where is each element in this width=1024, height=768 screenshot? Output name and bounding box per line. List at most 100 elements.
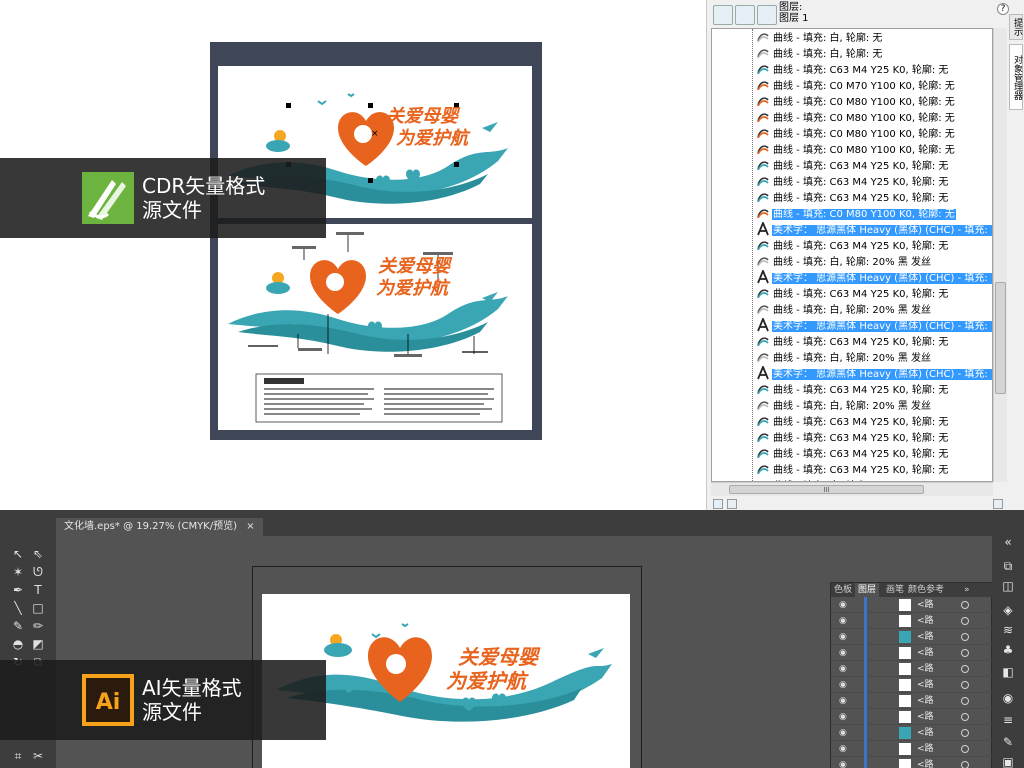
target-circle-icon[interactable] bbox=[961, 681, 969, 689]
visibility-eye-icon[interactable]: ◉ bbox=[839, 728, 849, 738]
edit-across-layers-icon[interactable] bbox=[735, 5, 755, 25]
object-row[interactable]: 曲线 - 填充: C63 M4 Y25 K0, 轮廓: 无 bbox=[756, 383, 992, 399]
target-circle-icon[interactable] bbox=[961, 697, 969, 705]
ai-layer-row[interactable]: ◉ <路 bbox=[831, 709, 993, 725]
target-circle-icon[interactable] bbox=[961, 665, 969, 673]
transform-panel-icon[interactable]: ⧉ bbox=[1000, 558, 1016, 574]
object-row[interactable]: 美术字： 思源黑体 Heavy (黑体) (CHC) - 填充: 白 bbox=[756, 316, 992, 335]
tab-swatches[interactable]: 色板 bbox=[831, 583, 855, 597]
object-row[interactable]: 曲线 - 填充: 白, 轮廓: 无 bbox=[756, 47, 992, 63]
object-row[interactable]: 曲线 - 填充: C0 M80 Y100 K0, 轮廓: 无 bbox=[756, 143, 992, 159]
ai-layer-row[interactable]: ◉ <路 bbox=[831, 661, 993, 677]
panel-menu-icon[interactable]: » bbox=[961, 583, 973, 597]
ai-layer-row[interactable]: ◉ <路 bbox=[831, 693, 993, 709]
visibility-eye-icon[interactable]: ◉ bbox=[839, 632, 849, 642]
visibility-eye-icon[interactable]: ◉ bbox=[839, 712, 849, 722]
object-tree-hscroll[interactable]: III bbox=[711, 482, 993, 496]
stroke-panel-icon[interactable]: ≡ bbox=[1000, 712, 1016, 728]
object-row[interactable]: 曲线 - 填充: C63 M4 Y25 K0, 轮廓: 无 bbox=[756, 175, 992, 191]
visibility-eye-icon[interactable]: ◉ bbox=[839, 696, 849, 706]
target-circle-icon[interactable] bbox=[961, 729, 969, 737]
object-row[interactable]: 曲线 - 填充: 白, 轮廓: 20% 黑 发丝 bbox=[756, 399, 992, 415]
direct-selection-tool-icon[interactable]: ⇖ bbox=[30, 546, 46, 562]
object-row[interactable]: 曲线 - 填充: C0 M80 Y100 K0, 轮廓: 无 bbox=[756, 127, 992, 143]
ai-layer-row[interactable]: ◉ <路 bbox=[831, 645, 993, 661]
ai-layer-row[interactable]: ◉ <路 bbox=[831, 741, 993, 757]
object-row[interactable]: 曲线 - 填充: C63 M4 Y25 K0, 轮廓: 无 bbox=[756, 431, 992, 447]
target-circle-icon[interactable] bbox=[961, 649, 969, 657]
graphic-styles-icon[interactable]: ▣ bbox=[1000, 754, 1016, 768]
object-row[interactable]: 曲线 - 填充: C63 M4 Y25 K0, 轮廓: 无 bbox=[756, 287, 992, 303]
cdr-page-bottom[interactable]: 关爱母婴 为爱护航 bbox=[218, 224, 532, 430]
layer-options-icon[interactable] bbox=[757, 5, 777, 25]
layer-manager-view-icon[interactable] bbox=[713, 5, 733, 25]
target-circle-icon[interactable] bbox=[961, 617, 969, 625]
object-row[interactable]: 曲线 - 填充: C0 M80 Y100 K0, 轮廓: 无 bbox=[756, 111, 992, 127]
visibility-eye-icon[interactable]: ◉ bbox=[839, 664, 849, 674]
ai-layer-row[interactable]: ◉ <路 bbox=[831, 629, 993, 645]
new-layer-icon[interactable] bbox=[713, 499, 723, 509]
lasso-tool-icon[interactable]: ᘎ bbox=[30, 564, 46, 580]
object-tree-vscroll[interactable] bbox=[993, 28, 1007, 482]
slice-tool-icon[interactable]: ✂ bbox=[30, 748, 46, 764]
target-circle-icon[interactable] bbox=[961, 713, 969, 721]
object-row[interactable]: 曲线 - 填充: C63 M4 Y25 K0, 轮廓: 无 bbox=[756, 415, 992, 431]
line-tool-icon[interactable]: ╲ bbox=[10, 600, 26, 616]
visibility-eye-icon[interactable]: ◉ bbox=[839, 680, 849, 690]
visibility-eye-icon[interactable]: ◉ bbox=[839, 648, 849, 658]
tab-layers[interactable]: 图层 bbox=[855, 583, 880, 597]
ai-layer-row[interactable]: ◉ <路 bbox=[831, 597, 993, 613]
close-tab-icon[interactable]: × bbox=[246, 521, 254, 532]
ai-document-tab[interactable]: 文化墙.eps* @ 19.27% (CMYK/预览) × bbox=[56, 518, 263, 536]
object-row[interactable]: 美术字： 思源黑体 Heavy (黑体) (CHC) - 填充: 白 bbox=[756, 268, 992, 287]
ai-layer-row[interactable]: ◉ <路 bbox=[831, 757, 993, 768]
brushes-panel-icon[interactable]: ✎ bbox=[1000, 734, 1016, 750]
gradient-panel-icon[interactable]: ◧ bbox=[1000, 664, 1016, 680]
object-row[interactable]: 曲线 - 填充: C63 M4 Y25 K0, 轮廓: 无 bbox=[756, 447, 992, 463]
object-row[interactable]: 曲线 - 填充: C63 M4 Y25 K0, 轮廓: 无 bbox=[756, 239, 992, 255]
tab-hints[interactable]: 提示 bbox=[1009, 14, 1023, 40]
pen-tool-icon[interactable]: ✒ bbox=[10, 582, 26, 598]
ai-layer-row[interactable]: ◉ <路 bbox=[831, 677, 993, 693]
align-panel-icon[interactable]: ◫ bbox=[1000, 578, 1016, 594]
object-row[interactable]: 曲线 - 填充: 白, 轮廓: 无 bbox=[756, 31, 992, 47]
paintbrush-tool-icon[interactable]: ✎ bbox=[10, 618, 26, 634]
object-row[interactable]: 曲线 - 填充: C63 M4 Y25 K0, 轮廓: 无 bbox=[756, 63, 992, 79]
collapse-panels-icon[interactable]: « bbox=[1000, 534, 1016, 550]
pencil-tool-icon[interactable]: ✏ bbox=[30, 618, 46, 634]
object-row[interactable]: 曲线 - 填充: 白, 轮廓: 20% 黑 发丝 bbox=[756, 255, 992, 271]
object-tree[interactable]: 曲线 - 填充: 白, 轮廓: 无曲线 - 填充: 白, 轮廓: 无曲线 - 填… bbox=[711, 28, 993, 482]
eraser-tool-icon[interactable]: ◩ bbox=[30, 636, 46, 652]
object-row[interactable]: 曲线 - 填充: 白, 轮廓: 20% 黑 发丝 bbox=[756, 351, 992, 367]
object-row[interactable]: 曲线 - 填充: C63 M4 Y25 K0, 轮廓: 无 bbox=[756, 159, 992, 175]
rectangle-tool-icon[interactable]: □ bbox=[30, 600, 46, 616]
object-row[interactable]: 曲线 - 填充: C0 M80 Y100 K0, 轮廓: 无 bbox=[756, 95, 992, 111]
target-circle-icon[interactable] bbox=[961, 745, 969, 753]
object-row[interactable]: 曲线 - 填充: C63 M4 Y25 K0, 轮廓: 无 bbox=[756, 335, 992, 351]
ai-layer-row[interactable]: ◉ <路 bbox=[831, 725, 993, 741]
layers-panel-icon[interactable]: ≋ bbox=[1000, 622, 1016, 638]
type-tool-icon[interactable]: T bbox=[30, 582, 46, 598]
object-row[interactable]: 曲线 - 填充: C0 M80 Y100 K0, 轮廓: 无 bbox=[756, 207, 992, 223]
new-master-layer-icon[interactable] bbox=[727, 499, 737, 509]
symbols-panel-icon[interactable]: ♣ bbox=[1000, 642, 1016, 658]
object-row[interactable]: 曲线 - 填充: C0 M70 Y100 K0, 轮廓: 无 bbox=[756, 79, 992, 95]
tab-brushes[interactable]: 画笔 bbox=[883, 583, 907, 597]
tab-object-manager[interactable]: 对象管理器 bbox=[1009, 44, 1023, 110]
appearance-panel-icon[interactable]: ◈ bbox=[1000, 602, 1016, 618]
blob-brush-tool-icon[interactable]: ◓ bbox=[10, 636, 26, 652]
artboard-tool-icon[interactable]: ⌗ bbox=[10, 748, 26, 764]
object-row[interactable]: 美术字： 思源黑体 Heavy (黑体) (CHC) - 填充: 白 bbox=[756, 364, 992, 383]
vscroll-thumb[interactable] bbox=[995, 282, 1006, 394]
visibility-eye-icon[interactable]: ◉ bbox=[839, 616, 849, 626]
target-circle-icon[interactable] bbox=[961, 633, 969, 641]
visibility-eye-icon[interactable]: ◉ bbox=[839, 744, 849, 754]
object-row[interactable]: 曲线 - 填充: C63 M4 Y25 K0, 轮廓: 无 bbox=[756, 463, 992, 479]
visibility-eye-icon[interactable]: ◉ bbox=[839, 600, 849, 610]
visibility-eye-icon[interactable]: ◉ bbox=[839, 760, 849, 768]
delete-icon[interactable] bbox=[993, 499, 1003, 509]
magic-wand-tool-icon[interactable]: ✶ bbox=[10, 564, 26, 580]
object-row[interactable]: 曲线 - 填充: C63 M4 Y25 K0, 轮廓: 无 bbox=[756, 191, 992, 207]
ai-layer-row[interactable]: ◉ <路 bbox=[831, 613, 993, 629]
target-circle-icon[interactable] bbox=[961, 601, 969, 609]
